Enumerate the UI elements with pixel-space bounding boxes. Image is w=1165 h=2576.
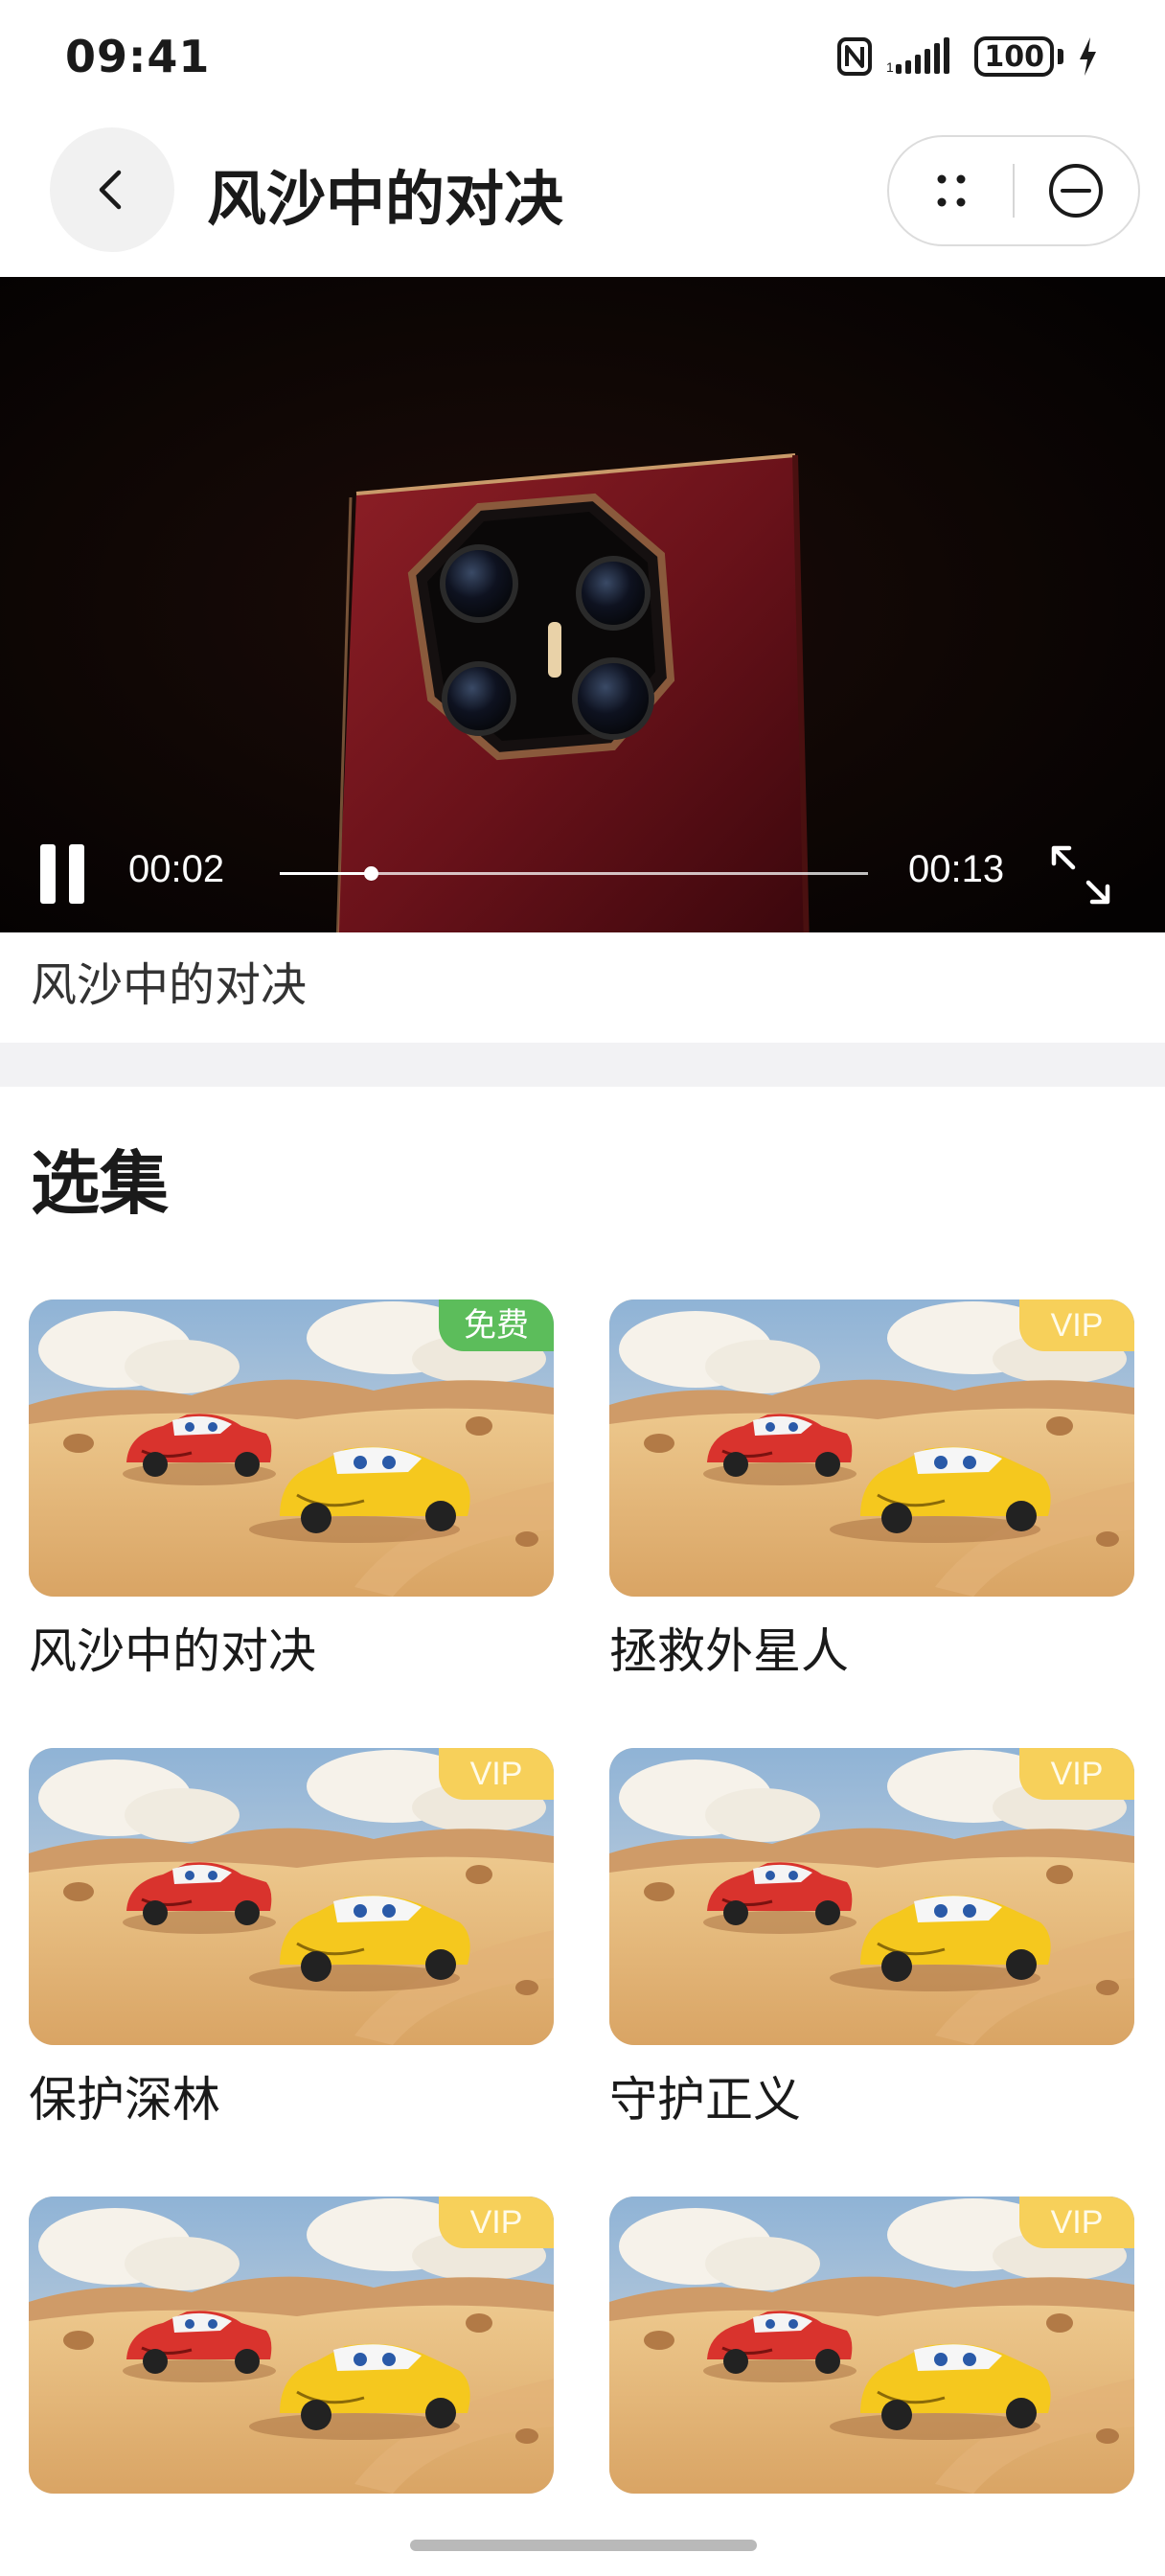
episode-thumbnail[interactable]: VIP xyxy=(609,1300,1134,1597)
dots-grid-icon xyxy=(937,174,965,207)
episode-thumbnail[interactable]: VIP xyxy=(609,2196,1134,2494)
episode-thumbnail[interactable]: VIP xyxy=(29,1748,554,2045)
minus-circle-icon xyxy=(1049,164,1104,218)
episode-title: 风沙中的对决 xyxy=(29,1623,316,1679)
video-caption: 风沙中的对决 xyxy=(31,958,308,1012)
page-title: 风沙中的对决 xyxy=(207,164,564,234)
episode-card[interactable]: VIP xyxy=(29,2196,554,2494)
vip-badge: VIP xyxy=(439,1748,554,1800)
pause-icon-bar xyxy=(40,844,56,904)
back-button[interactable] xyxy=(50,127,174,252)
episode-thumbnail[interactable]: 免费 xyxy=(29,1300,554,1597)
status-icons: 1 100 xyxy=(836,33,1098,80)
episode-card[interactable]: 免费风沙中的对决 xyxy=(29,1300,554,1683)
episode-thumbnail[interactable]: VIP xyxy=(609,1748,1134,2045)
mini-program-capsule xyxy=(887,135,1140,246)
vip-badge: VIP xyxy=(439,2196,554,2248)
nfc-icon xyxy=(837,37,873,76)
episode-card[interactable]: VIP 拯救外星人 xyxy=(609,1300,1134,1683)
section-separator xyxy=(0,1043,1165,1087)
home-indicator[interactable] xyxy=(410,2540,757,2551)
signal-icon: 1 xyxy=(886,37,950,75)
status-time: 09:41 xyxy=(65,31,211,82)
battery-level: 100 xyxy=(974,36,1054,77)
episodes-heading: 选集 xyxy=(31,1143,170,1224)
chevron-left-icon xyxy=(99,170,122,210)
vip-badge: VIP xyxy=(1019,1748,1134,1800)
free-badge: 免费 xyxy=(439,1300,554,1351)
progress-slider[interactable] xyxy=(280,866,868,881)
battery-icon: 100 xyxy=(974,35,1063,78)
svg-text:1: 1 xyxy=(886,59,894,75)
episode-card[interactable]: VIP 守护正义 xyxy=(609,1748,1134,2131)
video-controls: 00:02 00:13 xyxy=(0,798,1165,932)
pause-icon-bar xyxy=(69,844,84,904)
pause-button[interactable] xyxy=(40,844,88,904)
current-time: 00:02 xyxy=(128,848,225,890)
episode-title: 保护深林 xyxy=(29,2072,220,2128)
episode-title: 拯救外星人 xyxy=(609,1623,849,1679)
episode-thumbnail[interactable]: VIP xyxy=(29,2196,554,2494)
progress-thumb[interactable] xyxy=(363,866,378,881)
close-button[interactable] xyxy=(1015,137,1138,244)
charging-bolt-icon xyxy=(1080,37,1096,76)
episode-title: 守护正义 xyxy=(609,2072,801,2128)
total-time: 00:13 xyxy=(908,848,1005,890)
vip-badge: VIP xyxy=(1019,1300,1134,1351)
progress-fill xyxy=(280,872,371,875)
episode-card[interactable]: VIP xyxy=(609,2196,1134,2494)
vip-badge: VIP xyxy=(1019,2196,1134,2248)
status-bar: 09:41 1 100 xyxy=(0,0,1165,115)
video-player[interactable]: 00:02 00:13 xyxy=(0,277,1165,932)
episode-card[interactable]: VIP 保护深林 xyxy=(29,1748,554,2131)
top-bar: 风沙中的对决 xyxy=(0,125,1165,259)
more-button[interactable] xyxy=(889,137,1013,244)
expand-icon[interactable] xyxy=(1046,840,1115,909)
